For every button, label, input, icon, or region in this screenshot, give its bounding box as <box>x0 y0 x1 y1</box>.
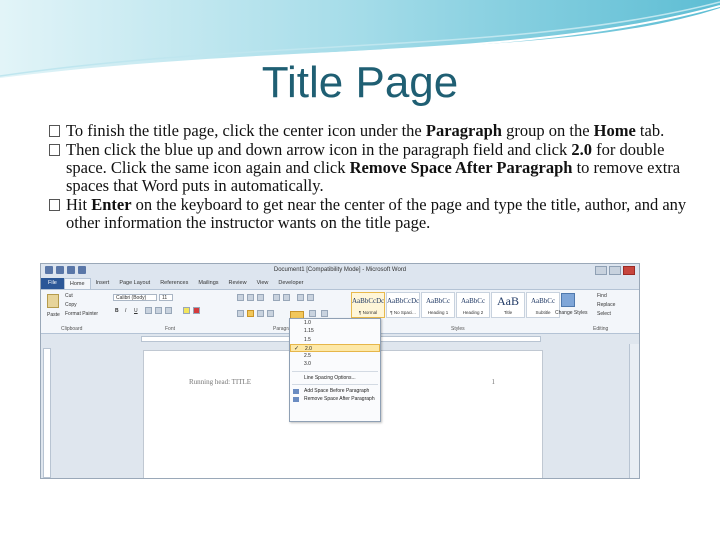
line-spacing-option[interactable]: 1.5 <box>290 336 380 344</box>
style-heading-2[interactable]: AaBbCc Heading 2 <box>456 292 490 318</box>
group-label-font: Font <box>165 326 176 332</box>
format-painter-button[interactable]: Format Painter <box>65 311 98 317</box>
borders-icon[interactable] <box>321 310 328 317</box>
tab-references[interactable]: References <box>155 278 193 289</box>
cut-button[interactable]: Cut <box>65 293 73 299</box>
change-styles-button[interactable]: Change Styles <box>555 310 588 316</box>
justify-icon[interactable] <box>267 310 274 317</box>
line-spacing-option[interactable]: 1.0 <box>290 319 380 327</box>
italic-icon[interactable]: I <box>125 308 126 314</box>
line-spacing-options-item[interactable]: Line Spacing Options... <box>290 374 380 382</box>
tab-page-layout[interactable]: Page Layout <box>114 278 155 289</box>
underline-icon[interactable]: U <box>134 308 138 314</box>
vertical-ruler[interactable] <box>43 348 51 478</box>
paste-button[interactable]: Paste <box>47 312 60 318</box>
font-color-icon[interactable] <box>193 307 200 314</box>
style-normal[interactable]: AaBbCcDc ¶ Normal <box>351 292 385 318</box>
sort-icon[interactable] <box>297 294 304 301</box>
style-title[interactable]: AaB Title <box>491 292 525 318</box>
shading-icon[interactable] <box>309 310 316 317</box>
align-left-icon[interactable] <box>237 310 244 317</box>
change-styles-icon[interactable] <box>561 293 575 307</box>
superscript-icon[interactable] <box>165 307 172 314</box>
highlight-icon[interactable] <box>183 307 190 314</box>
tab-insert[interactable]: Insert <box>91 278 115 289</box>
style-heading-1[interactable]: AaBbCc Heading 1 <box>421 292 455 318</box>
tab-mailings[interactable]: Mailings <box>193 278 223 289</box>
bullet-list: To finish the title page, click the cent… <box>48 122 688 233</box>
word-screenshot: Document1 [Compatibility Mode] - Microso… <box>40 263 640 479</box>
line-spacing-option[interactable]: 1.15 <box>290 327 380 335</box>
remove-space-icon <box>293 397 299 403</box>
add-space-before-item[interactable]: Add Space Before Paragraph <box>290 387 380 395</box>
word-titlebar: Document1 [Compatibility Mode] - Microso… <box>41 264 639 278</box>
bullet-item: To finish the title page, click the cent… <box>48 122 688 140</box>
window-title: Document1 [Compatibility Mode] - Microso… <box>273 267 407 273</box>
font-name-select[interactable]: Calibri (Body) <box>113 294 157 301</box>
tab-developer[interactable]: Developer <box>273 278 308 289</box>
tab-home[interactable]: Home <box>63 278 91 289</box>
line-spacing-dropdown: 1.0 1.15 1.5 ✓ 2.0 2.5 3.0 Line Spacing … <box>289 318 381 422</box>
page-number: 1 <box>491 378 496 386</box>
menu-divider <box>292 384 378 386</box>
decrease-indent-icon[interactable] <box>273 294 280 301</box>
window-controls <box>595 266 635 275</box>
group-label-clipboard: Clipboard <box>61 326 83 332</box>
bullet-box-icon <box>49 199 60 211</box>
close-icon[interactable] <box>623 266 635 275</box>
group-label-editing: Editing <box>593 326 609 332</box>
styles-gallery: AaBbCcDc ¶ Normal AaBbCcDc ¶ No Spaci...… <box>351 292 561 318</box>
multilevel-list-icon[interactable] <box>257 294 264 301</box>
select-button[interactable]: Select <box>597 311 611 317</box>
line-spacing-option[interactable]: 3.0 <box>290 360 380 368</box>
copy-button[interactable]: Copy <box>65 302 77 308</box>
bold-icon[interactable]: B <box>115 308 119 314</box>
replace-button[interactable]: Replace <box>597 302 615 308</box>
bullet-item: Hit Enter on the keyboard to get near th… <box>48 196 688 232</box>
maximize-icon[interactable] <box>609 266 621 275</box>
minimize-icon[interactable] <box>595 266 607 275</box>
line-spacing-option[interactable]: 2.5 <box>290 352 380 360</box>
font-size-select[interactable]: 11 <box>159 294 173 301</box>
increase-indent-icon[interactable] <box>283 294 290 301</box>
line-spacing-option-selected[interactable]: ✓ 2.0 <box>290 343 380 353</box>
running-head: Running head: TITLE <box>189 378 252 386</box>
numbering-icon[interactable] <box>247 294 254 301</box>
align-right-icon[interactable] <box>257 310 264 317</box>
bullets-icon[interactable] <box>237 294 244 301</box>
bullet-box-icon <box>49 144 60 156</box>
paste-icon[interactable] <box>47 294 59 308</box>
align-center-icon[interactable] <box>247 310 254 317</box>
menu-divider <box>292 370 378 372</box>
bullet-item: Then click the blue up and down arrow ic… <box>48 141 688 195</box>
add-space-icon <box>293 389 299 395</box>
show-formatting-icon[interactable] <box>307 294 314 301</box>
bullet-box-icon <box>49 125 60 137</box>
tab-review[interactable]: Review <box>224 278 252 289</box>
remove-space-after-item[interactable]: Remove Space After Paragraph <box>290 395 380 403</box>
style-no-spacing[interactable]: AaBbCcDc ¶ No Spaci... <box>386 292 420 318</box>
ribbon-tabs: File Home Insert Page Layout References … <box>41 278 639 290</box>
slide-title: Title Page <box>261 58 459 107</box>
subscript-icon[interactable] <box>155 307 162 314</box>
group-label-styles: Styles <box>451 326 465 332</box>
strikethrough-icon[interactable] <box>145 307 152 314</box>
tab-file[interactable]: File <box>41 278 64 289</box>
tab-view[interactable]: View <box>252 278 274 289</box>
find-button[interactable]: Find <box>597 293 607 299</box>
vertical-scrollbar[interactable] <box>629 344 639 478</box>
